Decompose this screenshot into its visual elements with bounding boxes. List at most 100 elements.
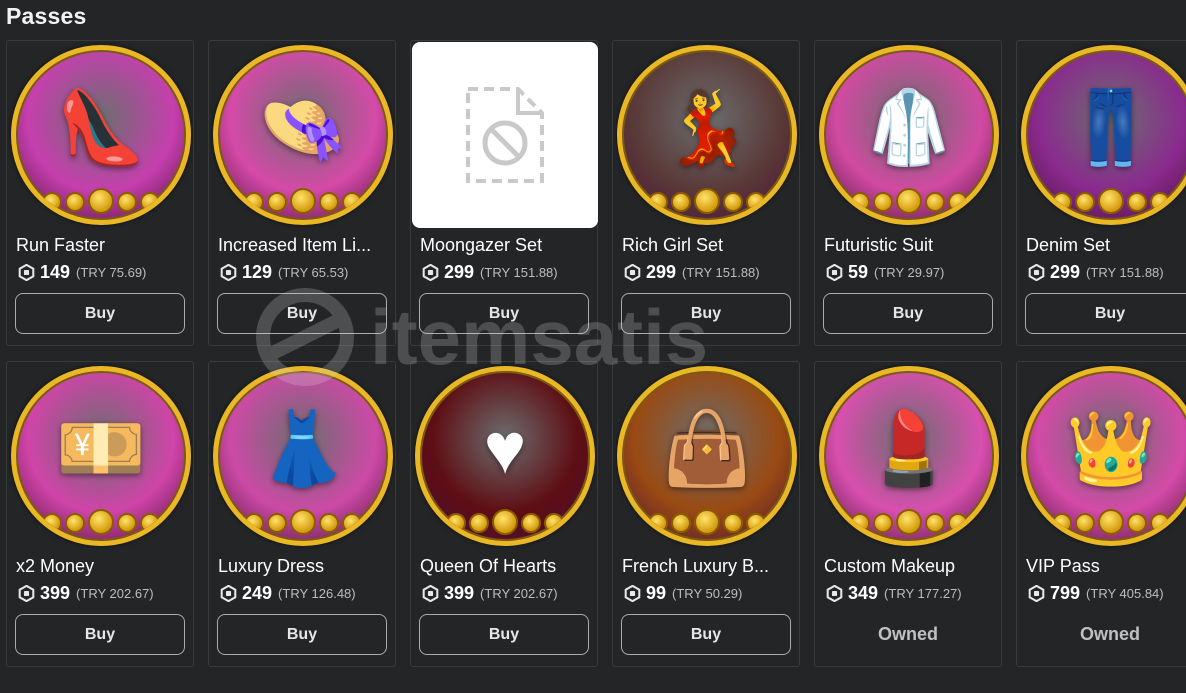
pass-thumbnail[interactable]: 👗: [210, 363, 396, 549]
coins-decoration: [218, 509, 388, 535]
local-price: (TRY 151.88): [682, 265, 760, 280]
pass-card[interactable]: 🥼 Futuristic Suit 59 (TRY 29.97) Buy: [814, 40, 1002, 346]
pass-card[interactable]: 💃 Rich Girl Set 299 (TRY 151.88) Buy: [612, 40, 800, 346]
local-price: (TRY 177.27): [884, 586, 962, 601]
robux-price: 299: [444, 262, 475, 282]
coin-icon: [117, 192, 137, 212]
coins-decoration: [824, 188, 994, 214]
owned-label: Owned: [877, 624, 938, 644]
pass-thumbnail[interactable]: 💃: [614, 42, 800, 228]
buy-button[interactable]: Buy: [823, 293, 993, 334]
pass-name[interactable]: Increased Item Li...: [218, 235, 392, 256]
pass-name[interactable]: Run Faster: [16, 235, 190, 256]
buy-button[interactable]: Buy: [621, 614, 791, 655]
pass-name[interactable]: Custom Makeup: [824, 556, 998, 577]
pass-name[interactable]: Denim Set: [1026, 235, 1186, 256]
badge-art: 👑: [1066, 409, 1156, 489]
pass-card[interactable]: 👠 Run Faster 149 (TRY 75.69) Buy: [6, 40, 194, 346]
pass-name[interactable]: French Luxury B...: [622, 556, 796, 577]
local-price: (TRY 65.53): [278, 265, 349, 280]
pass-name[interactable]: Rich Girl Set: [622, 235, 796, 256]
coin-icon: [1052, 192, 1072, 212]
pass-thumbnail[interactable]: 👜: [614, 363, 800, 549]
pass-card[interactable]: 👑 VIP Pass 799 (TRY 405.84) Owned: [1016, 361, 1186, 667]
denim-outfit-icon: 👖: [1021, 45, 1186, 225]
coin-icon: [88, 188, 114, 214]
pass-name[interactable]: Futuristic Suit: [824, 235, 998, 256]
pass-thumbnail[interactable]: 👠: [8, 42, 194, 228]
pass-card[interactable]: 👗 Luxury Dress 249 (TRY 126.48) Buy: [208, 361, 396, 667]
price-row: 129 (TRY 65.53): [220, 262, 348, 283]
shoe-icon: 👠: [11, 45, 191, 225]
heart-avatar-icon: ♥: [415, 366, 595, 546]
coins-decoration: [1026, 188, 1186, 214]
robux-icon: [1028, 264, 1045, 281]
pass-thumbnail[interactable]: 🥼: [816, 42, 1002, 228]
local-price: (TRY 151.88): [480, 265, 558, 280]
passes-grid: 👠 Run Faster 149 (TRY 75.69) Buy 👒 Increased I…: [6, 40, 1186, 667]
robux-price: 799: [1050, 583, 1081, 603]
coin-icon: [446, 513, 466, 533]
pass-card[interactable]: 👖 Denim Set 299 (TRY 151.88) Buy: [1016, 40, 1186, 346]
pass-card[interactable]: 💴 x2 Money 399 (TRY 202.67) Buy: [6, 361, 194, 667]
coin-icon: [723, 192, 743, 212]
price-row: 299 (TRY 151.88): [624, 262, 760, 283]
coin-icon: [267, 192, 287, 212]
coins-decoration: [16, 188, 186, 214]
price-row: 59 (TRY 29.97): [826, 262, 944, 283]
pass-thumbnail[interactable]: 👑: [1018, 363, 1186, 549]
coin-icon: [140, 513, 160, 533]
pass-name[interactable]: Moongazer Set: [420, 235, 594, 256]
pass-thumbnail[interactable]: 💄: [816, 363, 1002, 549]
robux-price: 399: [40, 583, 71, 603]
coin-icon: [746, 192, 766, 212]
coin-icon: [290, 509, 316, 535]
coin-icon: [290, 188, 316, 214]
pass-thumbnail[interactable]: 👖: [1018, 42, 1186, 228]
pass-name[interactable]: Luxury Dress: [218, 556, 392, 577]
buy-button[interactable]: Buy: [217, 614, 387, 655]
coin-icon: [244, 192, 264, 212]
pass-thumbnail[interactable]: ♥: [412, 363, 598, 549]
coin-icon: [1075, 513, 1095, 533]
coin-icon: [267, 513, 287, 533]
coin-icon: [342, 513, 362, 533]
pass-name[interactable]: x2 Money: [16, 556, 190, 577]
coins-decoration: [622, 509, 792, 535]
coin-icon: [925, 192, 945, 212]
coin-icon: [694, 188, 720, 214]
local-price: (TRY 202.67): [76, 586, 154, 601]
buy-button[interactable]: Buy: [621, 293, 791, 334]
buy-button[interactable]: Buy: [217, 293, 387, 334]
hat-shirt-icon: 👒: [213, 45, 393, 225]
pass-card[interactable]: Moongazer Set 299 (TRY 151.88) Buy: [410, 40, 598, 346]
pass-card[interactable]: 👜 French Luxury B... 99 (TRY 50.29) Buy: [612, 361, 800, 667]
pass-thumbnail[interactable]: [412, 42, 598, 228]
pass-name[interactable]: VIP Pass: [1026, 556, 1186, 577]
badge-art: 👜: [662, 409, 752, 489]
local-price: (TRY 126.48): [278, 586, 356, 601]
pass-card[interactable]: ♥ Queen Of Hearts 399 (TRY 202.67) Buy: [410, 361, 598, 667]
robux-price: 99: [646, 583, 667, 603]
coin-icon: [244, 513, 264, 533]
buy-button[interactable]: Buy: [15, 293, 185, 334]
pass-name[interactable]: Queen Of Hearts: [420, 556, 594, 577]
pass-thumbnail[interactable]: 💴: [8, 363, 194, 549]
badge-art: 💴: [56, 409, 146, 489]
buy-button[interactable]: Buy: [15, 614, 185, 655]
buy-button[interactable]: Buy: [419, 614, 589, 655]
buy-button[interactable]: Buy: [1025, 293, 1186, 334]
pass-card[interactable]: 👒 Increased Item Li... 129 (TRY 65.53) Buy: [208, 40, 396, 346]
coin-icon: [850, 192, 870, 212]
coin-icon: [723, 513, 743, 533]
pass-card[interactable]: 💄 Custom Makeup 349 (TRY 177.27) Owned: [814, 361, 1002, 667]
robux-price: 349: [848, 583, 879, 603]
price-row: 249 (TRY 126.48): [220, 583, 356, 604]
buy-button[interactable]: Buy: [419, 293, 589, 334]
robux-icon: [826, 264, 843, 281]
pass-thumbnail[interactable]: 👒: [210, 42, 396, 228]
robux-icon: [18, 264, 35, 281]
robux-price: 299: [1050, 262, 1081, 282]
coin-icon: [342, 192, 362, 212]
price-row: 299 (TRY 151.88): [1028, 262, 1164, 283]
